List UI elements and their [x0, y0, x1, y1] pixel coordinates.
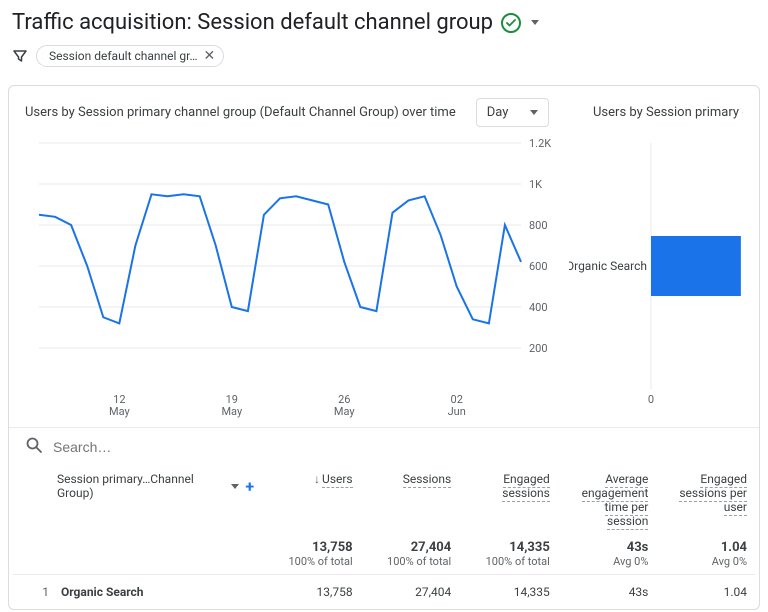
- granularity-dropdown[interactable]: Day: [476, 98, 550, 127]
- metrics-table: Session primary…Channel Group) + ↓Users …: [13, 466, 755, 609]
- svg-text:Jun: Jun: [448, 405, 466, 418]
- filter-chip[interactable]: Session default channel gr… ✕: [36, 45, 224, 67]
- svg-text:1K: 1K: [529, 178, 542, 191]
- metric-cell: 1.04: [656, 575, 755, 610]
- col-header-avg-engagement-time[interactable]: Average engagement time per session: [558, 466, 657, 534]
- search-icon[interactable]: [25, 436, 43, 458]
- metric-cell: 14,335: [459, 575, 558, 610]
- title-dropdown-caret-icon[interactable]: [531, 20, 539, 25]
- col-header-engaged-sessions[interactable]: Engaged sessions: [459, 466, 558, 534]
- table-header-row: Session primary…Channel Group) + ↓Users …: [13, 466, 755, 534]
- dimension-picker[interactable]: Session primary…Channel Group): [57, 472, 223, 500]
- svg-text:May: May: [334, 405, 356, 418]
- bar-chart-title: Users by Session primary char: [593, 105, 743, 120]
- col-header-engaged-per-user[interactable]: Engaged sessions per user: [656, 466, 755, 534]
- sort-desc-icon: ↓: [314, 472, 320, 486]
- col-header-users[interactable]: ↓Users: [262, 466, 361, 534]
- svg-text:Organic Search: Organic Search: [569, 259, 647, 273]
- totals-row: 13,758100% of total 27,404100% of total …: [13, 534, 755, 575]
- filter-icon[interactable]: [12, 48, 28, 64]
- close-icon[interactable]: ✕: [204, 49, 216, 63]
- line-chart-title: Users by Session primary channel group (…: [25, 105, 456, 120]
- svg-text:800: 800: [529, 219, 548, 232]
- page-title: Traffic acquisition: Session default cha…: [12, 10, 493, 35]
- metric-cell: 27,404: [361, 575, 460, 610]
- svg-text:May: May: [109, 405, 131, 418]
- chevron-down-icon[interactable]: [231, 484, 239, 489]
- report-card: Users by Session primary channel group (…: [8, 85, 760, 610]
- search-input[interactable]: [51, 438, 351, 456]
- col-header-sessions[interactable]: Sessions: [361, 466, 460, 534]
- status-ok-icon[interactable]: [501, 13, 521, 33]
- svg-text:0: 0: [648, 393, 654, 406]
- metric-cell: 43s: [558, 575, 657, 610]
- chevron-down-icon: [530, 110, 538, 115]
- svg-text:200: 200: [529, 342, 548, 355]
- svg-text:1.2K: 1.2K: [529, 137, 551, 150]
- dimension-value: Organic Search: [49, 585, 144, 599]
- bar-chart: Organic Search 0: [569, 133, 749, 423]
- svg-text:May: May: [221, 405, 243, 418]
- filter-chip-label: Session default channel gr…: [49, 49, 198, 63]
- granularity-label: Day: [487, 105, 509, 120]
- svg-text:400: 400: [529, 301, 548, 314]
- svg-text:600: 600: [529, 260, 548, 273]
- table-row[interactable]: 1Organic Search13,75827,40414,33543s1.04: [13, 575, 755, 610]
- add-dimension-icon[interactable]: +: [245, 477, 254, 496]
- metric-cell: 13,758: [262, 575, 361, 610]
- line-chart: 2004006008001K1.2K12May19May26May02Jun: [25, 133, 565, 423]
